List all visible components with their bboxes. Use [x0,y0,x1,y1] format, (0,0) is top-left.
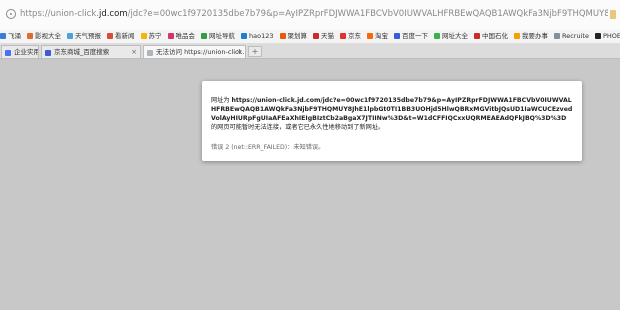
url-host: jd.com [98,9,128,19]
bookmark-label: 我要办事 [522,32,548,40]
error-card: 网址为 https://union-click.jd.com/jdc?e=00w… [202,81,582,161]
bookmark-item[interactable]: hao123 [241,30,274,43]
error-text: 的网页可能暂时无法连接，或者它已永久性地移动到了新网址。 [211,124,385,131]
bookmark-favicon-icon [167,33,174,39]
tab-error-page[interactable]: 无法访问 https://union-click. × [143,45,246,58]
bookmark-favicon-icon [107,33,113,39]
new-tab-button[interactable]: + [248,46,262,57]
bookmark-favicon-icon [313,33,319,39]
bookmark-label: 飞涌 [8,32,21,40]
bookmarks-bar: 飞涌 影视大全 天气预报 看新闻 苏宁 唯品会 网址导航 hao123 聚划算 天猫 京东 淘宝 百度一… [0,30,620,44]
error-url: https://union-click.jd.com/jdc?e=00wc1f9… [211,97,573,122]
bookmark-favicon-icon [0,33,6,39]
extension-icon[interactable] [610,10,616,19]
bookmark-item[interactable]: 京东 [340,30,361,43]
bookmark-item[interactable]: 天猫 [313,30,334,43]
bookmark-label: Recruite [562,32,589,40]
bookmark-favicon-icon [241,33,247,39]
bookmark-item[interactable]: PHOENI [594,30,620,43]
bookmark-label: 天气预报 [75,32,101,40]
tab-strip: 企业实用的 京东商城_百度搜索 × 无法访问 https://union-cli… [0,44,620,59]
bookmark-item[interactable]: 聚划算 [279,30,308,43]
tab-label: 京东商城_百度搜索 [54,48,110,56]
error-message: 网址为 https://union-click.jd.com/jdc?e=00w… [211,96,573,132]
bookmark-item[interactable]: 网址大全 [434,30,468,43]
close-icon[interactable]: × [236,46,242,58]
bookmark-favicon-icon [279,33,286,39]
tab-label: 无法访问 https://union-click. [156,48,245,56]
tab-jd-search[interactable]: 京东商城_百度搜索 × [41,45,141,58]
error-code: 错误 2 (net::ERR_FAILED)：未知错误。 [211,144,325,151]
bookmark-favicon-icon [201,33,207,39]
bookmark-item[interactable]: 看新闻 [107,30,135,43]
bookmark-item[interactable]: 影视大全 [27,30,61,43]
bookmark-label: 网址大全 [442,32,468,40]
bookmark-label: 中国石化 [482,32,508,40]
bookmark-item[interactable]: 唯品会 [167,30,196,43]
bookmark-favicon-icon [474,33,480,39]
bookmark-favicon-icon [27,33,33,39]
bookmark-label: PHOENI [602,32,620,40]
bookmark-item[interactable]: 苏宁 [140,30,162,43]
bookmark-item[interactable]: 淘宝 [367,30,388,43]
tab-favicon [45,50,51,56]
bookmark-item[interactable]: 百度一下 [394,30,428,43]
bookmark-item[interactable]: 天气预报 [67,30,101,43]
bookmark-favicon-icon [367,33,373,39]
bookmark-label: 影视大全 [35,32,61,40]
tab-favicon [147,50,153,56]
page-info-icon[interactable] [6,9,16,19]
bookmark-item[interactable]: 网址导航 [201,30,235,43]
bookmark-label: 淘宝 [375,32,388,40]
bookmark-favicon-icon [594,33,601,39]
bookmark-favicon-icon [394,33,400,39]
address-bar: https://union-click.jd.com/jdc?e=00wc1f9… [0,0,620,31]
tab-favicon [5,50,11,56]
bookmark-favicon-icon [514,33,520,39]
close-icon[interactable]: × [131,46,137,58]
bookmark-favicon-icon [140,33,147,39]
bookmark-label: 苏宁 [148,32,162,40]
bookmark-label: 聚划算 [287,32,308,40]
error-prefix: 网址为 [211,97,232,104]
bookmark-item[interactable]: 我要办事 [514,30,548,43]
bookmark-favicon-icon [554,33,560,39]
bookmark-item[interactable]: Recruite [554,30,589,43]
bookmark-label: 天猫 [321,32,334,40]
bookmark-favicon-icon [67,33,73,39]
bookmark-item[interactable]: 中国石化 [474,30,508,43]
bookmark-favicon-icon [340,33,346,39]
bookmark-label: 百度一下 [402,32,428,40]
tab-label: 企业实用的 [14,48,38,56]
bookmark-item[interactable]: 飞涌 [0,30,21,43]
url-input[interactable]: https://union-click.jd.com/jdc?e=00wc1f9… [20,9,608,23]
bookmark-label: 京东 [348,32,361,40]
bookmark-label: 网址导航 [209,32,235,40]
tab-enterprise[interactable]: 企业实用的 [1,45,39,58]
bookmark-favicon-icon [434,33,440,39]
bookmark-label: 唯品会 [175,32,196,40]
url-prefix: https://union-click. [20,9,99,19]
bookmark-label: hao123 [249,32,274,40]
bookmark-label: 看新闻 [115,32,135,40]
url-rest: /jdc?e=00wc1f9720135dbe7b79&p=AyIPZRprFD… [127,9,608,19]
